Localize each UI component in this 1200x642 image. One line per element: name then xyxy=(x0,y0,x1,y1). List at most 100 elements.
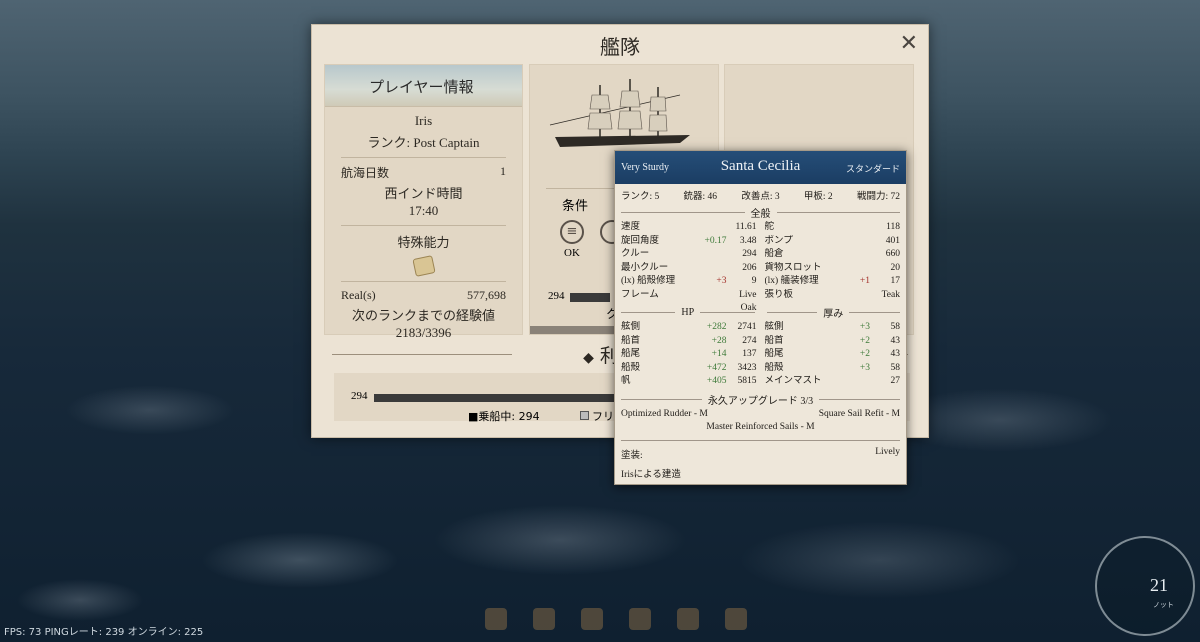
stat-value: 660 xyxy=(885,249,900,259)
builder: Irisによる建造 xyxy=(621,469,681,480)
stat-row: 速度 11.61 xyxy=(621,221,757,235)
paint-row: 塗装: Lively xyxy=(615,447,906,461)
stat-row: 船殻 +3 58 xyxy=(765,362,901,376)
stat-br: 戦闘力: 72 xyxy=(856,192,900,202)
available-crew-count: 294 xyxy=(351,390,368,402)
stat-value: Live Oak xyxy=(739,289,757,314)
book-icon[interactable] xyxy=(677,608,699,630)
stat-bonus: +2 xyxy=(859,349,870,359)
player-name: Iris xyxy=(414,113,433,128)
speed-unit: ノット xyxy=(1153,601,1174,609)
stat-name: 旋回角度 xyxy=(621,235,660,246)
stat-rank: ランク: 5 xyxy=(621,192,660,202)
player-info-card: プレイヤー情報 Iris ランク: Post Captain 航海日数 1 西イ… xyxy=(324,64,523,340)
divider xyxy=(341,157,506,158)
compass xyxy=(1095,536,1195,636)
stat-value: 17 xyxy=(890,276,901,286)
stat-name: 舷側 xyxy=(764,322,784,332)
ship-quality: スタンダード xyxy=(845,165,900,175)
stat-bonus: +405 xyxy=(706,376,727,386)
stat-bonus: +472 xyxy=(706,362,727,373)
dock-slot[interactable] xyxy=(725,608,747,630)
stat-row: 船尾 +2 43 xyxy=(765,348,901,362)
reals-row: Real(s) 577,698 xyxy=(325,288,522,303)
stat-bonus: +3 xyxy=(716,276,727,286)
tooltip-header: Very Sturdy Santa Cecilia スタンダード xyxy=(615,151,906,184)
time-label: 西インド時間 xyxy=(384,186,463,201)
dock-slot[interactable] xyxy=(485,608,507,630)
ship-divider-bar xyxy=(530,326,618,334)
stat-value: 11.61 xyxy=(735,222,757,232)
stat-value: 294 xyxy=(742,249,757,259)
free-label-text: フリ xyxy=(592,410,614,423)
stat-value: 2741 xyxy=(737,322,757,332)
reals-value: 577,698 xyxy=(467,288,506,302)
stat-row: 船尾 +14 137 xyxy=(621,348,757,362)
divider xyxy=(621,439,900,441)
stat-bonus xyxy=(836,375,870,389)
upgrades-title: 永久アップグレード 3/3 xyxy=(707,395,814,407)
stat-name: 帆 xyxy=(621,376,631,386)
stat-upgrades: 改善点: 3 xyxy=(741,192,780,202)
stat-value: 43 xyxy=(890,349,901,359)
stat-bonus xyxy=(693,289,727,303)
speed-value: 21 xyxy=(1150,575,1168,595)
stat-guns: 銃器: 46 xyxy=(683,192,718,202)
stat-value: 58 xyxy=(890,322,901,332)
panel-title: 艦隊 xyxy=(600,35,640,59)
stat-name: 貨物スロット xyxy=(764,262,822,273)
stat-row: 船殻 +472 3423 xyxy=(621,362,757,376)
stat-bonus xyxy=(836,221,870,235)
stat-bonus xyxy=(836,262,870,276)
stat-bonus xyxy=(693,248,727,262)
stat-row: 船首 +2 43 xyxy=(765,335,901,349)
thickness-title: 厚み xyxy=(823,309,844,320)
exp-value: 2183/3396 xyxy=(395,325,452,340)
ship-tooltip: Very Sturdy Santa Cecilia スタンダード ランク: 5 … xyxy=(614,150,907,485)
close-icon[interactable]: ✕ xyxy=(900,31,918,56)
stat-name: 船倉 xyxy=(764,249,784,259)
stat-bonus: +282 xyxy=(706,322,727,332)
ok-button[interactable]: ≡ OK xyxy=(560,220,584,259)
sail-days-value: 1 xyxy=(500,164,506,178)
upgrades-row: Optimized Rudder - M Square Sail Refit -… xyxy=(615,409,906,419)
crew-count: 294 xyxy=(548,290,565,302)
stat-row: ポンプ 401 xyxy=(765,235,901,249)
stat-decks: 甲板: 2 xyxy=(803,192,833,202)
hp-section: HP xyxy=(621,305,755,320)
upgrade-3: Master Reinforced Sails - M xyxy=(706,421,815,432)
stat-name: 最小クルー xyxy=(621,262,669,273)
stat-bonus: +2 xyxy=(859,335,870,346)
hp-thickness-stats: 舷側 +282 2741 船首 +28 274 船尾 +14 137 船殻 +472 3423 帆 +40… xyxy=(615,321,906,389)
fps-readout: FPS: 73 PINGレート: 239 オンライン: 225 xyxy=(4,627,204,638)
stat-row: 旋回角度 +0.17 3.48 xyxy=(621,235,757,249)
ok-label: OK xyxy=(564,247,580,259)
stat-bonus xyxy=(836,235,870,249)
stat-value: 20 xyxy=(890,262,901,273)
stat-bonus xyxy=(836,248,870,262)
upgrades-section: 永久アップグレード 3/3 xyxy=(621,392,900,407)
player-info-banner: プレイヤー情報 xyxy=(325,65,522,107)
dock-slot[interactable] xyxy=(533,608,555,630)
stat-bonus: +1 xyxy=(859,276,870,286)
stat-name: (lx) 艤装修理 xyxy=(764,276,819,286)
stat-name: 船首 xyxy=(621,335,641,346)
action-dock xyxy=(485,608,747,630)
stat-row: 船倉 660 xyxy=(765,248,901,262)
stat-bonus xyxy=(836,289,870,303)
stat-row: (lx) 船殻修理 +3 9 xyxy=(621,275,757,289)
stat-name: フレーム xyxy=(621,289,659,300)
stat-value: 3.48 xyxy=(739,235,757,246)
stat-name: メインマスト xyxy=(764,376,822,386)
stat-value: 118 xyxy=(886,222,900,232)
stat-bonus xyxy=(693,262,727,276)
stat-bonus: +0.17 xyxy=(704,235,727,246)
anchor-icon[interactable] xyxy=(581,608,603,630)
stat-name: 速度 xyxy=(621,222,641,232)
scroll-icon[interactable] xyxy=(411,255,436,277)
stat-value: 27 xyxy=(890,376,901,386)
thickness-section: 厚み xyxy=(767,305,901,320)
stat-row: 張り板 Teak xyxy=(765,289,901,303)
stat-name: 船尾 xyxy=(621,349,641,359)
barrel-icon[interactable] xyxy=(629,608,651,630)
